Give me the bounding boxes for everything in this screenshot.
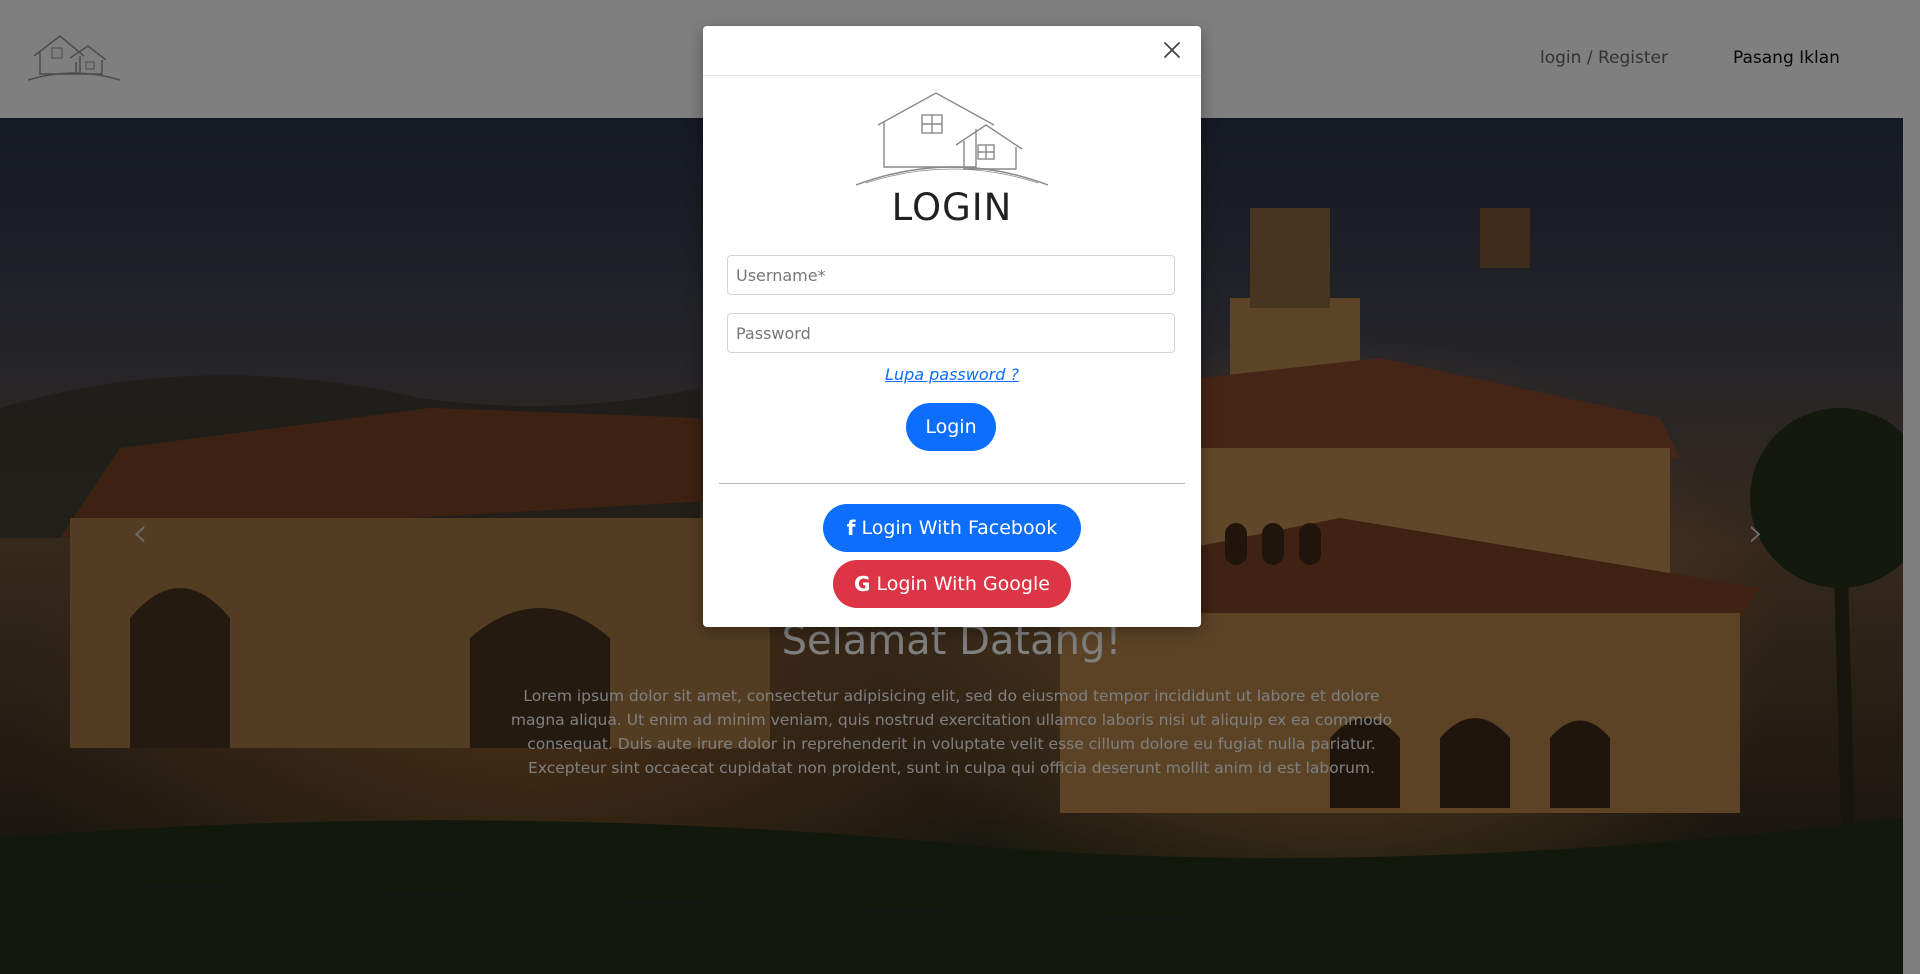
forgot-password-link[interactable]: Lupa password ? — [703, 365, 1201, 384]
house-logo-icon — [856, 92, 1048, 186]
login-google-label: Login With Google — [876, 573, 1050, 595]
modal-title: LOGIN — [891, 186, 1013, 229]
username-input[interactable] — [727, 255, 1175, 295]
login-facebook-button[interactable]: f Login With Facebook — [823, 504, 1081, 552]
login-modal: LOGIN Lupa password ? Login f Login With… — [703, 26, 1201, 627]
login-google-button[interactable]: G Login With Google — [833, 560, 1071, 608]
facebook-icon: f — [846, 516, 856, 540]
login-facebook-label: Login With Facebook — [861, 517, 1058, 539]
modal-header — [703, 26, 1201, 76]
password-input[interactable] — [727, 313, 1175, 353]
close-icon[interactable] — [1159, 37, 1185, 63]
divider — [719, 483, 1185, 484]
google-icon: G — [854, 572, 871, 596]
login-button[interactable]: Login — [906, 403, 996, 451]
